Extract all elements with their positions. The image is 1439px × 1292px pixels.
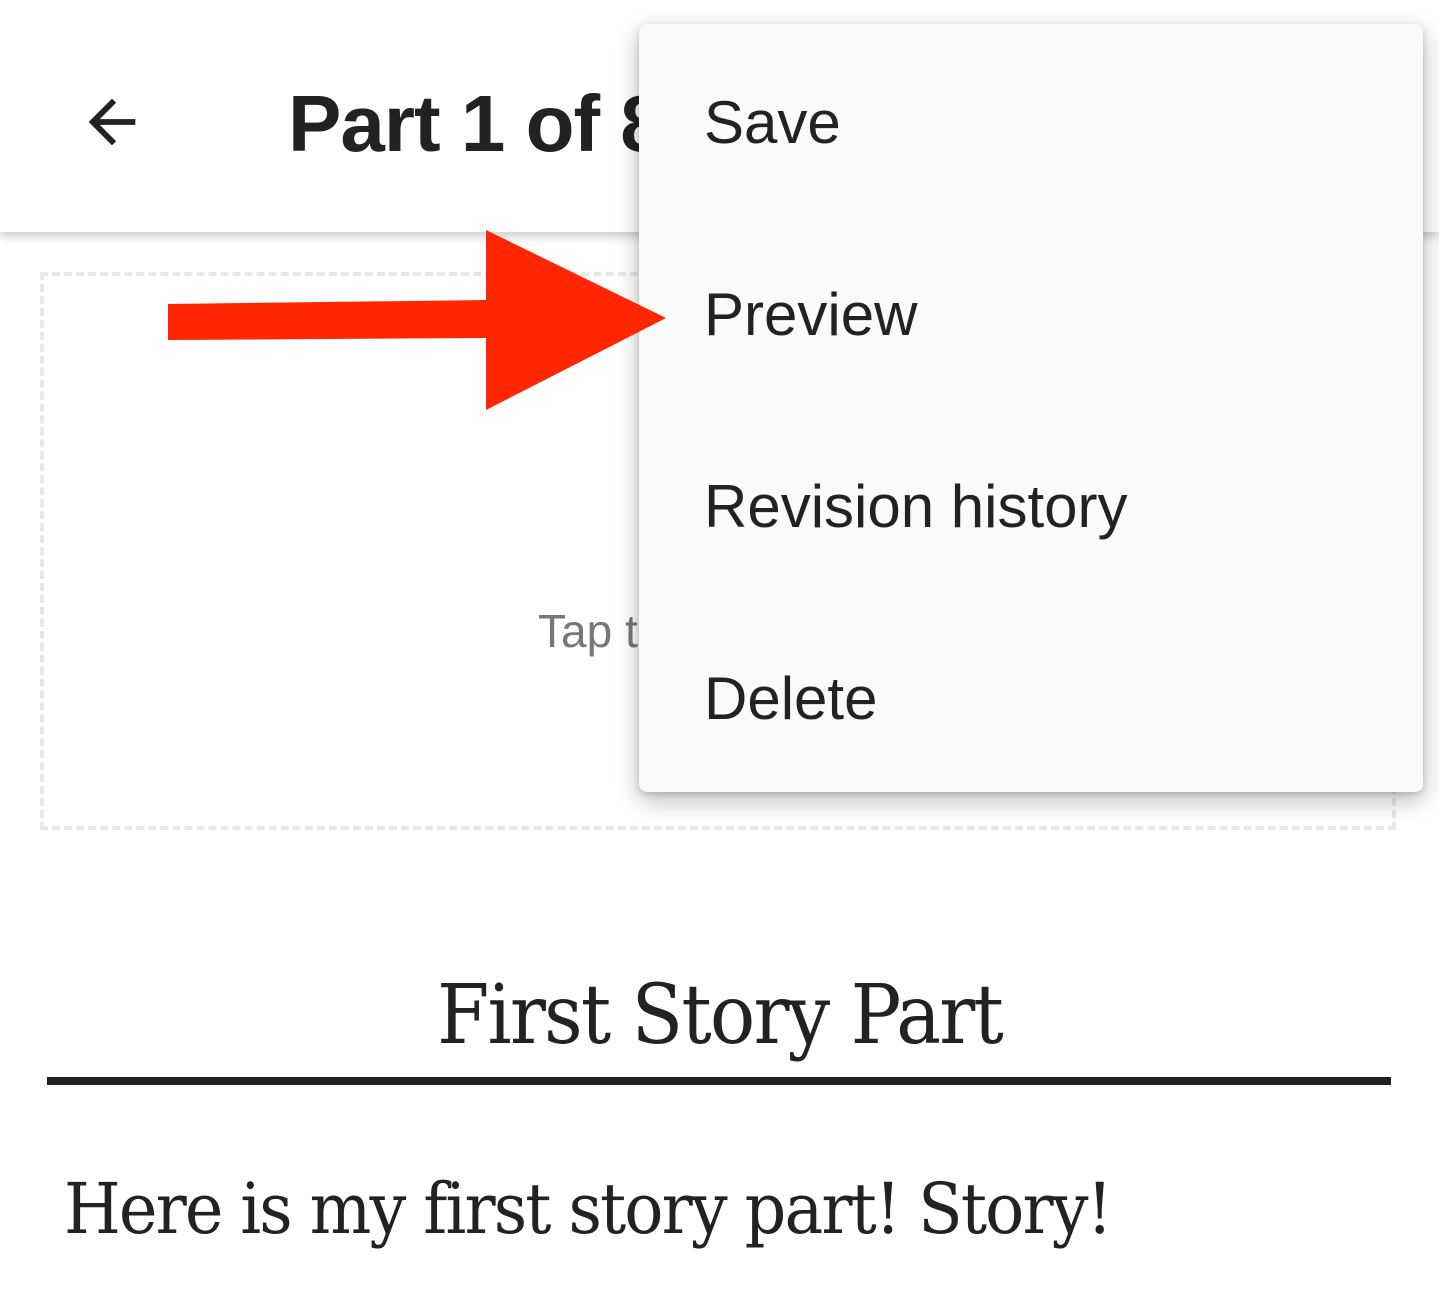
story-editor-screen: Part 1 of 8 Tap to add a cover image Fir… xyxy=(0,0,1439,1292)
menu-item-delete[interactable]: Delete xyxy=(639,602,1423,794)
story-part-title[interactable]: First Story Part xyxy=(58,968,1382,1063)
menu-item-revision-history[interactable]: Revision history xyxy=(639,410,1423,602)
arrow-left-icon xyxy=(88,98,136,146)
story-part-body[interactable]: Here is my first story part! Story! xyxy=(64,1168,1113,1250)
annotation-arrow-shape xyxy=(168,230,666,410)
menu-item-save[interactable]: Save xyxy=(639,26,1423,218)
page-title: Part 1 of 8 xyxy=(288,79,665,168)
annotation-arrow-icon xyxy=(168,230,666,410)
back-button[interactable] xyxy=(62,72,162,172)
menu-item-preview[interactable]: Preview xyxy=(639,218,1423,410)
title-divider xyxy=(47,1077,1391,1085)
overflow-menu: Save Preview Revision history Delete xyxy=(639,24,1423,792)
